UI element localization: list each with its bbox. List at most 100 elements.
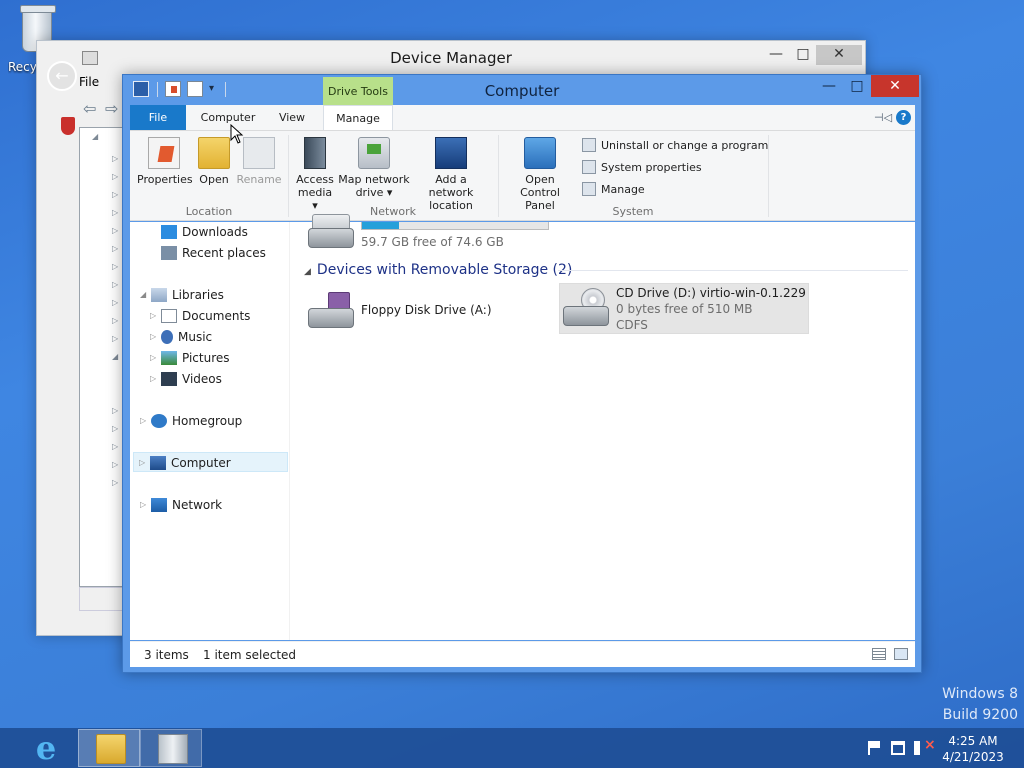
device-manager-close-button[interactable]: ✕ (816, 45, 862, 65)
downloads-icon (161, 225, 177, 239)
tree-expander-icon[interactable]: ▷ (112, 190, 118, 199)
tree-expander-icon[interactable]: ▷ (112, 244, 118, 253)
expanded-chevron-icon[interactable]: ◢ (140, 285, 146, 305)
nav-item-recent-places[interactable]: Recent places (161, 243, 266, 263)
explorer-titlebar[interactable]: ▾ Drive Tools Computer — □ ✕ (123, 75, 921, 105)
nav-item-homegroup[interactable]: ▷ Homegroup (140, 411, 242, 431)
documents-icon (161, 309, 177, 323)
add-network-location-button[interactable]: Add a network location (412, 137, 490, 212)
tab-view[interactable]: View (267, 105, 317, 130)
access-media-button[interactable]: Access media ▾ (294, 137, 336, 212)
collapsed-chevron-icon[interactable]: ▷ (150, 327, 156, 347)
toolbar-back-icon[interactable]: ⇦ (83, 101, 101, 117)
tree-expander-icon[interactable]: ▷ (112, 172, 118, 181)
help-icon[interactable]: ? (896, 110, 911, 125)
device-manager-menu-file[interactable]: File (79, 75, 99, 89)
rename-button[interactable]: Rename (236, 137, 282, 186)
tree-expander-icon[interactable]: ▷ (112, 316, 118, 325)
collapse-group-icon[interactable]: ◢ (304, 267, 311, 277)
tab-file[interactable]: File (130, 105, 186, 130)
collapsed-chevron-icon[interactable]: ▷ (140, 411, 146, 431)
selection-count: 1 item selected (203, 648, 297, 662)
tree-expander-icon[interactable]: ▷ (112, 334, 118, 343)
mouse-cursor-icon (230, 124, 244, 144)
tree-expander-icon[interactable]: ▷ (112, 154, 118, 163)
nav-label-pictures: Pictures (182, 351, 230, 365)
explorer-title: Computer (484, 82, 560, 100)
windows-version-watermark: Windows 8 Build 9200 (942, 684, 1018, 726)
system-clock[interactable]: 4:25 AM 4/21/2023 (940, 733, 1006, 765)
file-view[interactable]: 59.7 GB free of 74.6 GB ◢ Devices with Re… (300, 214, 912, 640)
explorer-window[interactable]: ▾ Drive Tools Computer — □ ✕ File Comput… (122, 74, 922, 673)
explorer-maximize-button[interactable]: □ (843, 75, 871, 97)
uninstall-label: Uninstall or change a program (601, 139, 769, 152)
properties-button[interactable]: Properties (137, 137, 193, 186)
local-disk-icon[interactable] (308, 210, 354, 250)
collapsed-chevron-icon[interactable]: ▷ (140, 495, 146, 515)
tab-manage[interactable]: Manage (323, 105, 393, 130)
explorer-close-button[interactable]: ✕ (871, 75, 919, 97)
taskbar-file-explorer-button[interactable] (78, 729, 140, 767)
manage-label: Manage (601, 183, 645, 196)
add-location-label-1: Add a network (428, 173, 474, 199)
tree-expander-icon[interactable]: ▷ (112, 424, 118, 433)
device-manager-maximize-button[interactable]: □ (790, 45, 816, 65)
collapsed-chevron-icon[interactable]: ▷ (150, 369, 156, 389)
ribbon-group-separator (768, 135, 769, 217)
tree-expander-icon[interactable]: ▷ (112, 280, 118, 289)
nav-label-documents: Documents (182, 309, 251, 323)
collapsed-chevron-icon[interactable]: ▷ (150, 348, 156, 368)
device-manager-minimize-button[interactable]: — (763, 45, 789, 65)
taskbar-device-manager-button[interactable] (140, 729, 202, 767)
taskbar: e 4:25 AM 4/21/2023 (0, 728, 1024, 768)
shield-icon (61, 117, 75, 135)
tree-expander-icon[interactable]: ◢ (112, 352, 118, 361)
network-tray-icon[interactable] (891, 741, 905, 755)
tree-expander-icon[interactable]: ▷ (112, 478, 118, 487)
nav-item-pictures[interactable]: ▷ Pictures (150, 348, 230, 368)
nav-item-documents[interactable]: ▷ Documents (150, 306, 251, 326)
toolbar-forward-icon[interactable]: ⇨ (105, 101, 123, 117)
libraries-icon (151, 288, 167, 302)
tree-expander-icon[interactable]: ▷ (112, 298, 118, 307)
tree-expander-icon[interactable]: ▷ (112, 208, 118, 217)
map-network-drive-button[interactable]: Map network drive ▾ (338, 137, 410, 199)
navigation-pane[interactable]: Downloads Recent places ◢ Libraries ▷ Do… (130, 222, 290, 640)
nav-item-libraries[interactable]: ◢ Libraries (140, 285, 224, 305)
nav-item-videos[interactable]: ▷ Videos (150, 369, 222, 389)
explorer-minimize-button[interactable]: — (815, 75, 843, 97)
tree-expander-icon[interactable]: ▷ (112, 262, 118, 271)
removable-storage-group-header[interactable]: ◢ Devices with Removable Storage (2) (304, 262, 572, 278)
nav-item-downloads[interactable]: Downloads (161, 222, 248, 242)
nav-item-network[interactable]: ▷ Network (140, 495, 222, 515)
system-properties-button[interactable]: System properties (582, 160, 702, 176)
collapsed-chevron-icon[interactable]: ▷ (150, 306, 156, 326)
nav-item-computer[interactable]: ▷ Computer (133, 452, 288, 472)
tree-expander-icon[interactable]: ▷ (112, 406, 118, 415)
large-icons-view-icon[interactable] (894, 648, 908, 660)
pin-ribbon-icon[interactable]: ⊣◁ (874, 111, 892, 124)
properties-label: Properties (137, 173, 193, 186)
uninstall-program-button[interactable]: Uninstall or change a program (582, 138, 768, 154)
taskbar-internet-explorer-button[interactable]: e (14, 729, 76, 767)
volume-muted-icon[interactable] (914, 737, 936, 755)
tree-expander-icon[interactable]: ▷ (112, 226, 118, 235)
open-control-panel-button[interactable]: Open Control Panel (504, 137, 576, 212)
properties-icon (148, 137, 180, 169)
collapsed-chevron-icon[interactable]: ▷ (139, 453, 145, 473)
device-manager-menubar: File (79, 75, 99, 95)
tree-expander-icon[interactable]: ▷ (112, 460, 118, 469)
device-manager-titlebar[interactable]: Device Manager — □ ✕ (37, 41, 865, 73)
action-center-flag-icon[interactable] (868, 741, 882, 755)
location-group-label: Location (185, 205, 233, 218)
tab-computer[interactable]: Computer (193, 105, 263, 130)
details-view-icon[interactable] (872, 648, 886, 660)
tree-expander-icon[interactable]: ◢ (92, 132, 98, 141)
manage-button[interactable]: Manage (582, 182, 645, 198)
tree-expander-icon[interactable]: ▷ (112, 442, 118, 451)
cd-drive-item[interactable]: CD Drive (D:) virtio-win-0.1.229 0 bytes… (559, 283, 809, 334)
open-button[interactable]: Open (194, 137, 234, 186)
nav-item-music[interactable]: ▷ Music (150, 327, 212, 347)
back-arrow-icon[interactable]: ← (47, 61, 77, 91)
hard-drive-body (308, 228, 354, 248)
